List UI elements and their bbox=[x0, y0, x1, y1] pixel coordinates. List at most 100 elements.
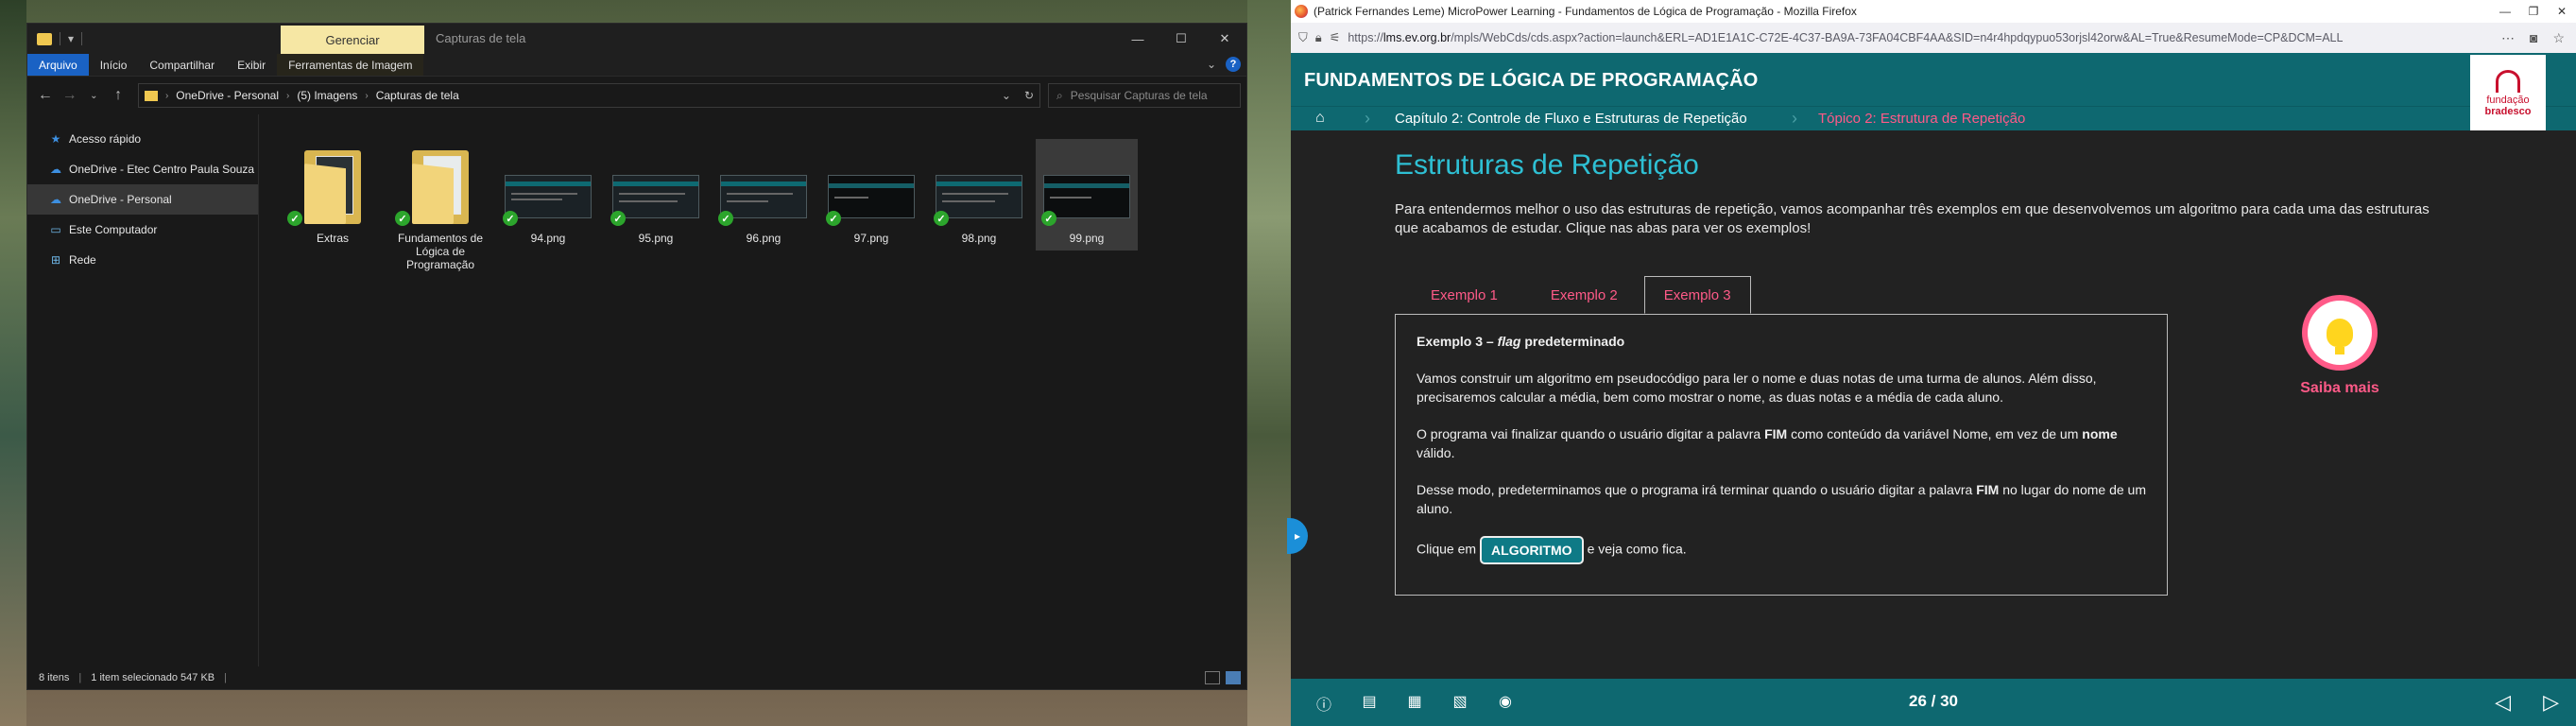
page-counter: 26 / 30 bbox=[1909, 692, 1958, 710]
details-view-icon[interactable] bbox=[1205, 671, 1220, 684]
file-item[interactable]: ✓ Extras bbox=[282, 139, 384, 251]
bulb-circle bbox=[2308, 301, 2372, 365]
forward-arrow-icon[interactable]: → bbox=[58, 87, 82, 104]
file-name: 98.png bbox=[961, 232, 997, 245]
file-item[interactable]: ✓ 94.png bbox=[497, 139, 599, 251]
nav-item-onedrive-etec[interactable]: ☁ OneDrive - Etec Centro Paula Souza bbox=[27, 154, 258, 184]
breadcrumb-chapter[interactable]: Capítulo 2: Controle de Fluxo e Estrutur… bbox=[1395, 111, 1747, 127]
side-panel-toggle[interactable]: ▸ bbox=[1287, 518, 1308, 554]
folder-icon bbox=[304, 150, 361, 224]
navigation-pane: ★ Acesso rápido ☁ OneDrive - Etec Centro… bbox=[27, 114, 259, 666]
shield-icon[interactable]: ⛉ bbox=[1298, 30, 1308, 45]
sync-check-icon: ✓ bbox=[1041, 211, 1056, 226]
permissions-icon[interactable]: ⚟ bbox=[1330, 30, 1341, 45]
tab-panel: Exemplo 3 – flag predeterminado Vamos co… bbox=[1395, 314, 2168, 596]
file-item[interactable]: ✓ 98.png bbox=[928, 139, 1030, 251]
chevron-right-icon: › bbox=[1365, 109, 1370, 128]
item-count: 8 itens bbox=[39, 672, 70, 683]
lock-icon[interactable]: 🔒︎ bbox=[1315, 30, 1322, 45]
search-icon: ⌕ bbox=[1056, 88, 1063, 102]
file-name: 97.png bbox=[853, 232, 889, 245]
quick-access-toolbar: ▾ bbox=[27, 32, 283, 45]
pocket-icon[interactable]: ◙ bbox=[2530, 30, 2537, 46]
sync-check-icon: ✓ bbox=[826, 211, 841, 226]
tab-ferramentas-de-imagem[interactable]: Ferramentas de Imagem bbox=[277, 54, 424, 76]
breadcrumb: ⌂ › Capítulo 2: Controle de Fluxo e Estr… bbox=[1291, 106, 2576, 130]
tab-inicio[interactable]: Início bbox=[89, 54, 139, 76]
more-icon[interactable]: ⋯ bbox=[2501, 30, 2515, 46]
file-name: 96.png bbox=[746, 232, 781, 245]
divider: | bbox=[224, 672, 228, 683]
close-icon[interactable]: ✕ bbox=[2548, 0, 2576, 23]
sync-check-icon: ✓ bbox=[718, 211, 733, 226]
cloud-icon: ☁ bbox=[50, 193, 61, 206]
explorer-titlebar: ▾ Gerenciar Capturas de tela — ☐ ✕ bbox=[27, 24, 1246, 54]
image-thumbnail bbox=[612, 175, 699, 218]
restore-icon[interactable]: ❐ bbox=[2519, 0, 2548, 23]
window-title: (Patrick Fernandes Leme) MicroPower Lear… bbox=[1314, 5, 1857, 18]
chevron-down-icon[interactable]: ⌄ bbox=[81, 91, 106, 101]
sync-check-icon: ✓ bbox=[503, 211, 518, 226]
refresh-icon[interactable]: ↻ bbox=[1024, 89, 1034, 102]
tab-compartilhar[interactable]: Compartilhar bbox=[138, 54, 226, 76]
window-controls: — ☐ ✕ bbox=[1116, 24, 1246, 54]
file-item[interactable]: ✓ 96.png bbox=[713, 139, 815, 251]
intro-text: Para entendermos melhor o uso das estrut… bbox=[1395, 201, 2430, 236]
url-text[interactable]: https://lms.ev.org.br/mpls/WebCds/cds.as… bbox=[1348, 31, 2494, 44]
previous-page-icon[interactable]: ◁ bbox=[2495, 690, 2511, 715]
tab-exemplo-3[interactable]: Exemplo 3 bbox=[1643, 276, 1751, 314]
divider bbox=[81, 32, 83, 45]
file-item[interactable]: ✓ 99.png bbox=[1036, 139, 1138, 251]
tab-arquivo[interactable]: Arquivo bbox=[27, 54, 89, 76]
next-page-icon[interactable]: ▷ bbox=[2543, 690, 2559, 715]
file-item[interactable]: ✓ 95.png bbox=[605, 139, 707, 251]
sync-check-icon: ✓ bbox=[395, 211, 410, 226]
back-arrow-icon[interactable]: ← bbox=[33, 87, 58, 104]
address-crumb[interactable]: Capturas de tela bbox=[376, 89, 459, 102]
minimize-icon[interactable]: — bbox=[2491, 0, 2519, 23]
address-crumb[interactable]: OneDrive - Personal bbox=[176, 89, 279, 102]
computer-icon: ▭ bbox=[50, 223, 61, 236]
algoritmo-button[interactable]: ALGORITMO bbox=[1480, 536, 1584, 564]
sync-check-icon: ✓ bbox=[610, 211, 626, 226]
bookmark-star-icon[interactable]: ☆ bbox=[2552, 30, 2565, 46]
tab-exemplo-2[interactable]: Exemplo 2 bbox=[1524, 276, 1644, 314]
chevron-down-icon[interactable]: ⌄ bbox=[1002, 89, 1011, 102]
firefox-window: (Patrick Fernandes Leme) MicroPower Lear… bbox=[1287, 0, 2576, 726]
url-bar[interactable]: ⛉ 🔒︎ ⚟ https://lms.ev.org.br/mpls/WebCds… bbox=[1291, 23, 2576, 53]
maximize-icon[interactable]: ☐ bbox=[1159, 24, 1203, 54]
example-tabs: Exemplo 1 Exemplo 2 Exemplo 3 bbox=[1404, 276, 1751, 314]
tab-exemplo-1[interactable]: Exemplo 1 bbox=[1404, 276, 1524, 314]
nav-item-onedrive-personal[interactable]: ☁ OneDrive - Personal bbox=[27, 184, 258, 215]
saiba-mais-button[interactable] bbox=[2302, 295, 2378, 371]
image-thumbnail bbox=[720, 175, 807, 218]
minimize-icon[interactable]: — bbox=[1116, 24, 1159, 54]
close-icon[interactable]: ✕ bbox=[1203, 24, 1246, 54]
course-header: FUNDAMENTOS DE LÓGICA DE PROGRAMAÇÃO bbox=[1291, 53, 2576, 106]
home-icon[interactable]: ⌂ bbox=[1315, 110, 1325, 127]
thumbnail: ✓ bbox=[1036, 143, 1138, 226]
address-bar[interactable]: › OneDrive - Personal › (5) Imagens › Ca… bbox=[137, 83, 1041, 108]
window-controls: — ❐ ✕ bbox=[2491, 0, 2576, 23]
large-icons-view-icon[interactable] bbox=[1226, 671, 1241, 684]
chevron-down-icon[interactable]: ▾ bbox=[68, 32, 74, 45]
ribbon-context-manage[interactable]: Gerenciar bbox=[281, 26, 424, 54]
logo-line1: fundação bbox=[2486, 95, 2530, 106]
tab-exibir[interactable]: Exibir bbox=[226, 54, 277, 76]
nav-item-rede[interactable]: ⊞ Rede bbox=[27, 245, 258, 275]
nav-item-label: Acesso rápido bbox=[69, 132, 142, 146]
address-crumb[interactable]: (5) Imagens bbox=[297, 89, 357, 102]
nav-item-acesso-rapido[interactable]: ★ Acesso rápido bbox=[27, 124, 258, 154]
saiba-mais-label[interactable]: Saiba mais bbox=[2283, 380, 2396, 397]
file-item[interactable]: ✓ Fundamentos de Lógica de Programação bbox=[389, 139, 491, 277]
nav-item-este-computador[interactable]: ▭ Este Computador bbox=[27, 215, 258, 245]
breadcrumb-topic[interactable]: Tópico 2: Estrutura de Repetição bbox=[1818, 111, 2025, 127]
thumbnail: ✓ bbox=[820, 143, 922, 226]
search-input[interactable]: ⌕ Pesquisar Capturas de tela bbox=[1048, 83, 1242, 108]
chevron-down-icon[interactable]: ⌄ bbox=[1207, 58, 1216, 71]
text-run-bold: FIM bbox=[1764, 426, 1788, 441]
help-icon[interactable]: ? bbox=[1226, 57, 1241, 72]
file-name: 95.png bbox=[638, 232, 674, 245]
file-item[interactable]: ✓ 97.png bbox=[820, 139, 922, 251]
up-arrow-icon[interactable]: ↑ bbox=[106, 87, 130, 104]
